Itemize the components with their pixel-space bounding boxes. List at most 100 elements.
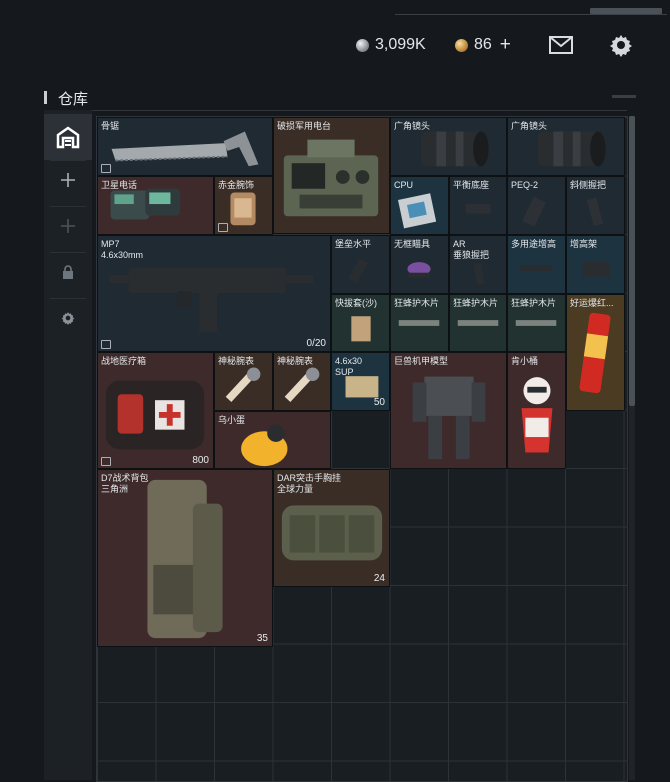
item-ar-grip[interactable]: AR 垂狼握把 (449, 235, 507, 294)
mail-button[interactable] (548, 32, 574, 58)
item-sat-phone[interactable]: 卫星电话 (97, 176, 214, 235)
saw-icon (111, 131, 259, 167)
warehouse-icon (56, 126, 80, 149)
top-divider (395, 14, 667, 15)
item-name: 骨锯 (101, 121, 120, 131)
silver-coin-icon (356, 38, 369, 52)
item-name: 广角镜头 (394, 121, 431, 131)
page-title: 仓库 (58, 91, 89, 108)
item-multi-riser[interactable]: 多用途增高 (507, 235, 566, 294)
medkit-icon (105, 380, 205, 450)
item-name: 神秘腕表 (218, 356, 255, 366)
item-name: 卫星电话 (101, 180, 138, 190)
item-name: 广角镜头 (511, 121, 548, 131)
backpack-icon (147, 479, 223, 639)
sidebar-item-add[interactable] (44, 157, 92, 203)
gold-currency: 86 + (455, 34, 511, 56)
found-in-raid-icon (101, 340, 111, 349)
item-name: 战地医疗箱 (101, 356, 147, 366)
silver-currency: 3,099K (356, 34, 426, 56)
item-name: 无框瞄具 (394, 239, 431, 249)
sidebar-item-add-disabled[interactable] (44, 203, 92, 249)
item-dar-vest[interactable]: DAR突击手胸挂 全球力量 24 (273, 469, 390, 587)
bucket-icon (521, 377, 553, 453)
item-name: 狂蜂护木片 (394, 298, 440, 308)
title-divider (44, 110, 627, 111)
mecha-icon (412, 376, 486, 460)
item-name: MP7 4.6x30mm (101, 239, 144, 260)
item-military-radio[interactable]: 破损军用电台 (273, 117, 390, 234)
item-quick-pull[interactable]: 快拔套(沙) (331, 294, 390, 352)
gold-coin-icon (455, 38, 468, 52)
item-name: PEQ-2 (511, 180, 539, 190)
gear-icon (61, 312, 75, 325)
mail-icon (549, 36, 573, 54)
lock-icon (63, 265, 73, 279)
item-wasp-guard-2[interactable]: 狂蜂护木片 (449, 294, 507, 352)
top-tab-indicator (590, 8, 662, 14)
item-side-grip[interactable]: 斜侧握把 (566, 176, 625, 235)
item-name: CPU (394, 180, 414, 190)
item-gold-relic[interactable]: 赤金腕饰 (214, 176, 273, 235)
title-accent (44, 91, 47, 104)
item-name: 快拔套(沙) (335, 298, 377, 308)
item-mystery-watch-2[interactable]: 神秘腕表 (273, 352, 331, 411)
settings-button[interactable] (608, 32, 634, 58)
ammo-count: 0/20 (306, 338, 326, 349)
item-wide-lens-2[interactable]: 广角镜头 (507, 117, 625, 176)
sidebar-item-warehouse[interactable] (44, 114, 92, 160)
ammo-count: 50 (373, 397, 385, 408)
plus-icon (61, 173, 75, 187)
item-cpu[interactable]: CPU (390, 176, 449, 235)
item-mp7[interactable]: MP7 4.6x30mm 0/20 (97, 235, 331, 352)
found-in-raid-icon (101, 457, 111, 466)
item-ammo-46[interactable]: 4.6x30 SUP 50 (331, 352, 390, 411)
item-mecha-model[interactable]: 巨兽机甲模型 (390, 352, 507, 469)
durability-count: 800 (192, 455, 209, 466)
item-name: 破损军用电台 (277, 121, 332, 131)
item-balance-base[interactable]: 平衡底座 (449, 176, 507, 235)
durability-count: 35 (256, 633, 268, 644)
item-name: 赤金腕饰 (218, 180, 255, 190)
item-wasp-guard-3[interactable]: 狂蜂护木片 (507, 294, 566, 352)
radio-icon (283, 139, 379, 217)
item-backpack-d7[interactable]: D7战术背包 三角洲 35 (97, 469, 273, 647)
item-wide-lens-1[interactable]: 广角镜头 (390, 117, 507, 176)
item-frameless-scope[interactable]: 无框瞄具 (390, 235, 449, 294)
item-name: 堡垒水平 (335, 239, 372, 249)
item-lucky-firecracker[interactable]: 好运爆红... (566, 294, 625, 411)
sidebar-item-settings[interactable] (44, 295, 92, 341)
item-name: 狂蜂护木片 (511, 298, 557, 308)
item-riser[interactable]: 增高架 (566, 235, 625, 294)
gold-amount: 86 (474, 36, 492, 53)
firecracker-icon (579, 312, 611, 394)
item-name: 乌小蛋 (218, 415, 246, 425)
warehouse-sidebar (44, 110, 92, 780)
item-mystery-watch-1[interactable]: 神秘腕表 (214, 352, 273, 411)
item-field-medkit[interactable]: 战地医疗箱 800 (97, 352, 214, 469)
item-name: 巨兽机甲模型 (394, 356, 449, 366)
item-name: 狂蜂护木片 (453, 298, 499, 308)
item-name: 肯小桶 (511, 356, 539, 366)
silver-amount: 3,099K (375, 36, 426, 53)
item-kfc-bucket[interactable]: 肯小桶 (507, 352, 566, 469)
item-name: 好运爆红... (570, 298, 614, 308)
title-decoration (612, 95, 636, 98)
item-peq2[interactable]: PEQ-2 (507, 176, 566, 235)
item-name: D7战术背包 三角洲 (101, 473, 149, 494)
item-name: DAR突击手胸挂 全球力量 (277, 473, 342, 494)
item-name: 4.6x30 SUP (335, 356, 363, 377)
scrollbar-thumb[interactable] (629, 116, 635, 406)
item-name: 多用途增高 (511, 239, 557, 249)
item-name: 斜侧握把 (570, 180, 607, 190)
item-bone-saw[interactable]: 骨锯 (97, 117, 273, 176)
capacity-count: 24 (373, 573, 385, 584)
item-wasp-guard-1[interactable]: 狂蜂护木片 (390, 294, 449, 352)
item-name: 平衡底座 (453, 180, 490, 190)
found-in-raid-icon (218, 223, 228, 232)
item-crow-egg[interactable]: 乌小蛋 (214, 411, 331, 469)
item-folding-level[interactable]: 堡垒水平 (331, 235, 390, 294)
add-currency-button[interactable]: + (500, 34, 511, 56)
found-in-raid-icon (101, 164, 111, 173)
sidebar-item-locked[interactable] (44, 249, 92, 295)
